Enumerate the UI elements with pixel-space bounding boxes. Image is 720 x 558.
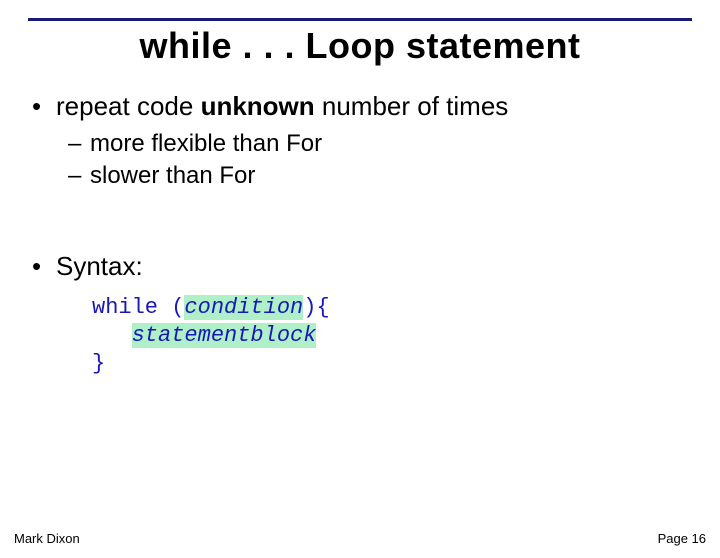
dash-icon: – xyxy=(68,160,90,192)
dash-icon: – xyxy=(68,128,90,160)
bullet-text-bold: unknown xyxy=(201,91,315,121)
spacer xyxy=(28,193,692,251)
sub-text: more flexible than For xyxy=(90,128,322,160)
slide-content: • repeat code unknown number of times – … xyxy=(28,91,692,378)
code-line: statementblock xyxy=(92,322,692,350)
bullet-dot: • xyxy=(28,91,56,122)
code-line: while (condition){ xyxy=(92,294,692,322)
bullet-text: Syntax: xyxy=(56,251,692,282)
sub-list: – more flexible than For – slower than F… xyxy=(68,128,692,193)
footer-page: Page 16 xyxy=(658,531,706,546)
code-placeholder: condition xyxy=(184,295,303,320)
code-kw: ){ xyxy=(303,295,329,320)
code-block: while (condition){ statementblock } xyxy=(92,294,692,378)
bullet-text-post: number of times xyxy=(315,91,509,121)
bullet-text-pre: repeat code xyxy=(56,91,201,121)
bullet-dot: • xyxy=(28,251,56,282)
header-rule xyxy=(28,18,692,21)
bullet-item: • Syntax: xyxy=(28,251,692,282)
code-indent xyxy=(92,323,132,348)
bullet-text: repeat code unknown number of times xyxy=(56,91,692,122)
footer: Mark Dixon Page 16 xyxy=(14,531,706,546)
sub-text: slower than For xyxy=(90,160,255,192)
sub-item: – slower than For xyxy=(68,160,692,192)
footer-author: Mark Dixon xyxy=(14,531,80,546)
bullet-text-pre: Syntax: xyxy=(56,251,143,281)
code-line: } xyxy=(92,350,692,378)
sub-item: – more flexible than For xyxy=(68,128,692,160)
code-placeholder: statementblock xyxy=(132,323,317,348)
code-kw: while ( xyxy=(92,295,184,320)
slide-title: while . . . Loop statement xyxy=(0,25,720,67)
bullet-item: • repeat code unknown number of times xyxy=(28,91,692,122)
